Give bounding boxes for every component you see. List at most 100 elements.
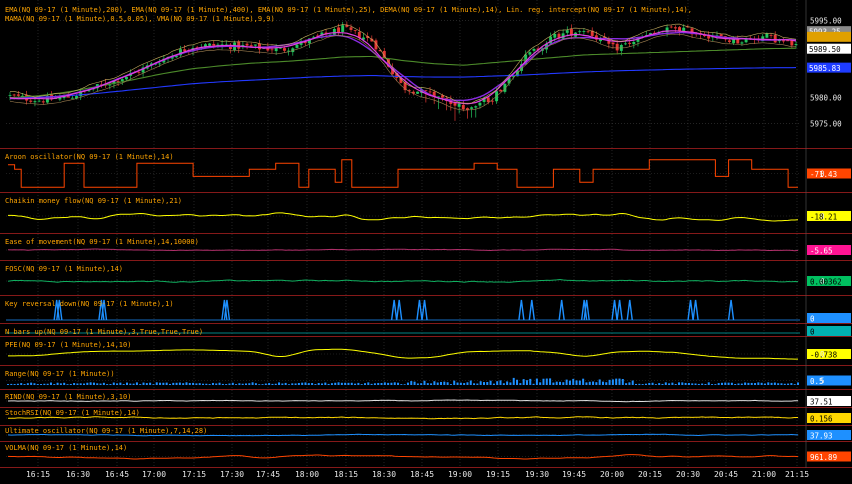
price-panel-title-line1: EMA(NQ 09-17 (1 Minute),200), EMA(NQ 09-… — [5, 6, 692, 14]
range-bar — [195, 383, 198, 385]
range-bar — [572, 378, 575, 385]
range-bar — [687, 383, 690, 385]
range-bar — [420, 383, 423, 385]
candle-body — [283, 48, 286, 51]
candle-body — [258, 43, 261, 50]
range-bar — [641, 384, 644, 385]
candle-body — [270, 49, 274, 51]
candle-body — [124, 76, 128, 80]
range-bar — [797, 382, 799, 385]
candle-body — [245, 43, 249, 46]
range-bar — [168, 383, 171, 385]
candle-body — [237, 41, 241, 49]
candle-body — [740, 42, 744, 44]
range-bar — [175, 382, 178, 385]
range-bar — [347, 382, 350, 385]
range-bar — [86, 382, 89, 385]
range-bar — [20, 383, 23, 385]
candle-body — [70, 97, 74, 99]
candle-body — [12, 94, 16, 96]
range-bar — [33, 383, 36, 385]
range-bar — [767, 382, 770, 385]
candle-body — [8, 95, 12, 96]
range-bar — [49, 382, 52, 385]
range-bar — [499, 380, 502, 385]
range-bar — [30, 382, 33, 385]
range-bar — [10, 383, 13, 385]
range-bar — [466, 382, 469, 385]
candle-body — [490, 100, 494, 102]
range-bar — [248, 383, 251, 385]
range-bar — [192, 382, 195, 385]
candle-body — [669, 26, 673, 28]
candle-body — [457, 103, 461, 107]
range-bar — [387, 382, 390, 385]
range-bar — [539, 382, 542, 385]
range-bar — [638, 383, 641, 385]
range-bar — [661, 383, 664, 385]
range-bar — [152, 384, 155, 385]
candle-body — [37, 100, 41, 102]
chart-canvas[interactable]: 5995.005980.005975.005993.255989.505985.… — [0, 0, 852, 480]
range-bar — [783, 383, 786, 385]
time-axis-label: 21:15 — [785, 470, 809, 479]
range-bar — [605, 382, 608, 385]
range-bar — [334, 382, 337, 385]
range-bar — [69, 383, 72, 385]
range-bar — [261, 384, 264, 385]
range-bar — [787, 383, 790, 385]
range-bar — [707, 382, 710, 385]
range-bar — [575, 380, 578, 385]
range-bar — [145, 383, 148, 385]
range-bar — [512, 377, 515, 385]
range-bar — [423, 380, 426, 385]
candle-body — [461, 104, 465, 110]
range-bar — [459, 382, 462, 385]
range-bar — [350, 382, 353, 385]
range-bar — [377, 382, 380, 385]
range-bar — [552, 382, 555, 385]
range-bar — [231, 382, 234, 385]
range-bar — [433, 381, 436, 385]
time-axis-label: 17:45 — [256, 470, 280, 479]
range-bar — [106, 384, 109, 385]
candle-body — [615, 43, 619, 51]
range-bar — [496, 381, 499, 385]
stochrsi-value-label: 0.156 — [810, 415, 833, 424]
aroon-value-label: -71.43 — [810, 170, 837, 179]
range-bar — [390, 382, 393, 385]
range-bar — [112, 382, 115, 385]
range-bar — [416, 383, 419, 385]
range-bar — [469, 380, 472, 385]
range-bar — [301, 382, 304, 385]
range-bar — [125, 382, 128, 385]
candle-body — [528, 52, 532, 55]
candle-body — [158, 63, 162, 65]
range-bar — [651, 382, 654, 385]
candle-body — [532, 48, 536, 51]
candle-body — [765, 33, 769, 38]
range-bar — [89, 382, 92, 385]
range-bar — [66, 384, 69, 385]
keyrev-panel-title: Key reversal down(NQ 09-17 (1 Minute),1) — [5, 300, 174, 308]
candle-body — [416, 91, 420, 94]
range-bar — [202, 383, 205, 385]
range-bar — [608, 379, 611, 385]
range-bar — [274, 383, 277, 385]
candle-body — [673, 27, 677, 29]
range-bar — [380, 383, 383, 385]
range-bar — [344, 382, 347, 385]
range-bar — [446, 382, 449, 385]
range-bar — [397, 382, 400, 385]
range-bar — [535, 378, 538, 385]
range-bar — [287, 384, 290, 385]
candle-body — [29, 100, 33, 102]
range-value-label: 0.5 — [810, 377, 824, 386]
range-bar — [635, 383, 638, 385]
range-bar — [16, 383, 19, 385]
range-bar — [172, 382, 175, 385]
range-bar — [311, 383, 314, 385]
range-bar — [697, 383, 700, 385]
trading-chart[interactable]: 5995.005980.005975.005993.255989.505985.… — [0, 0, 852, 480]
stochrsi-panel-title: StochRSI(NQ 09-17 (1 Minute),14) — [5, 409, 140, 417]
